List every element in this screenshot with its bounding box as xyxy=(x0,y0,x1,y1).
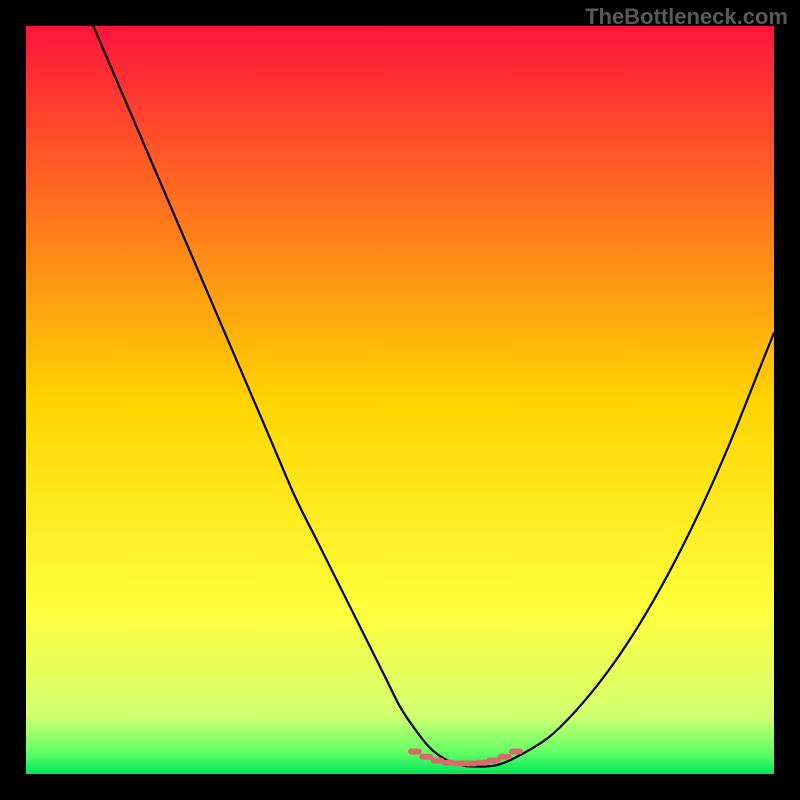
chart-svg xyxy=(26,26,774,774)
chart-area xyxy=(26,26,774,774)
gradient-background xyxy=(26,26,774,774)
watermark-text: TheBottleneck.com xyxy=(585,4,788,30)
